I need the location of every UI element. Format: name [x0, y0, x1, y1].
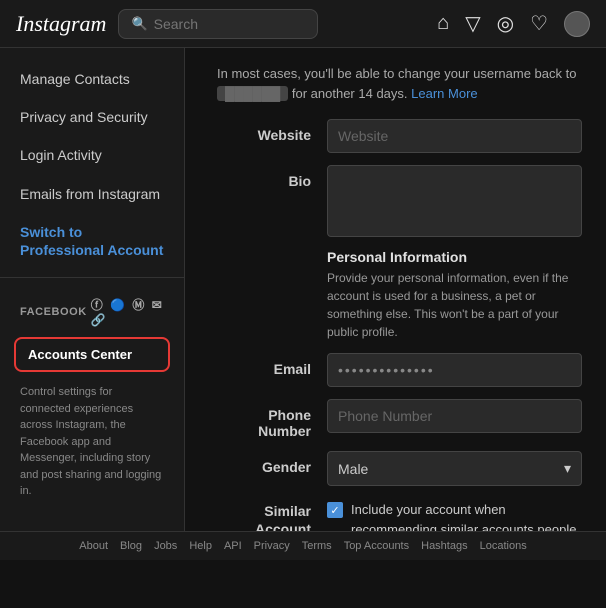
website-row: Website — [217, 119, 582, 153]
personal-info-desc: Provide your personal information, even … — [327, 269, 582, 341]
footer-api[interactable]: API — [224, 540, 242, 552]
footer-blog[interactable]: Blog — [120, 540, 142, 552]
sidebar-item-emails[interactable]: Emails from Instagram — [0, 175, 184, 213]
bio-input[interactable] — [327, 165, 582, 237]
logo: Instagram — [16, 11, 106, 37]
personal-info-title: Personal Information — [327, 249, 582, 265]
phone-row: Phone Number — [217, 399, 582, 439]
filter-icon[interactable]: ▽ — [465, 11, 480, 36]
email-row: Email •••••••••••••• — [217, 353, 582, 387]
footer-jobs[interactable]: Jobs — [154, 540, 177, 552]
footer-locations[interactable]: Locations — [480, 540, 527, 552]
footer-hashtags[interactable]: Hashtags — [421, 540, 467, 552]
footer: About Blog Jobs Help API Privacy Terms T… — [0, 531, 606, 560]
footer-terms[interactable]: Terms — [302, 540, 332, 552]
email-value: •••••••••••••• — [327, 353, 582, 387]
website-input[interactable] — [327, 119, 582, 153]
top-navigation: Instagram 🔍 ⌂ ▽ ◎ ♡ — [0, 0, 606, 48]
bio-label: Bio — [217, 165, 327, 189]
username-info: In most cases, you'll be able to change … — [217, 64, 582, 103]
footer-help[interactable]: Help — [189, 540, 212, 552]
gender-label: Gender — [217, 451, 327, 475]
bio-row: Bio — [217, 165, 582, 237]
sidebar-item-privacy[interactable]: Privacy and Security — [0, 98, 184, 136]
personal-info-spacer — [217, 249, 327, 257]
facebook-label: FACEBOOK — [20, 306, 87, 318]
checkmark-icon: ✓ — [330, 504, 339, 517]
footer-about[interactable]: About — [79, 540, 108, 552]
phone-label: Phone Number — [217, 399, 327, 439]
accounts-center-button[interactable]: Accounts Center — [14, 337, 170, 372]
search-input[interactable] — [154, 16, 306, 32]
facebook-section: FACEBOOK ⓕ 🔵 Ⓜ ✉ 🔗 — [0, 286, 184, 333]
nav-icons: ⌂ ▽ ◎ ♡ — [437, 11, 590, 37]
main-layout: Manage Contacts Privacy and Security Log… — [0, 48, 606, 560]
phone-input[interactable] — [327, 399, 582, 433]
avatar[interactable] — [564, 11, 590, 37]
search-icon: 🔍 — [131, 16, 147, 32]
sidebar-item-login-activity[interactable]: Login Activity — [0, 136, 184, 174]
footer-privacy[interactable]: Privacy — [254, 540, 290, 552]
learn-more-link[interactable]: Learn More — [411, 86, 477, 101]
website-label: Website — [217, 119, 327, 143]
similar-accounts-checkbox[interactable]: ✓ — [327, 502, 343, 518]
personal-info-block: Personal Information Provide your person… — [327, 249, 582, 341]
sidebar-divider — [0, 277, 184, 278]
sidebar: Manage Contacts Privacy and Security Log… — [0, 48, 185, 560]
chevron-down-icon: ▾ — [564, 460, 571, 477]
search-box[interactable]: 🔍 — [118, 9, 318, 39]
home-icon[interactable]: ⌂ — [437, 12, 449, 35]
personal-info-row: Personal Information Provide your person… — [217, 249, 582, 341]
heart-icon[interactable]: ♡ — [530, 11, 548, 36]
sidebar-item-manage-contacts[interactable]: Manage Contacts — [0, 60, 184, 98]
gender-value[interactable]: Male ▾ — [327, 451, 582, 486]
gender-row: Gender Male ▾ — [217, 451, 582, 486]
email-label: Email — [217, 353, 327, 377]
footer-top-accounts[interactable]: Top Accounts — [344, 540, 409, 552]
main-content: In most cases, you'll be able to change … — [185, 48, 606, 560]
sidebar-item-professional[interactable]: Switch to Professional Account — [0, 213, 184, 269]
compass-icon[interactable]: ◎ — [497, 11, 514, 36]
accounts-center-desc: Control settings for connected experienc… — [0, 376, 184, 508]
facebook-icons: ⓕ 🔵 Ⓜ ✉ 🔗 — [91, 296, 164, 327]
